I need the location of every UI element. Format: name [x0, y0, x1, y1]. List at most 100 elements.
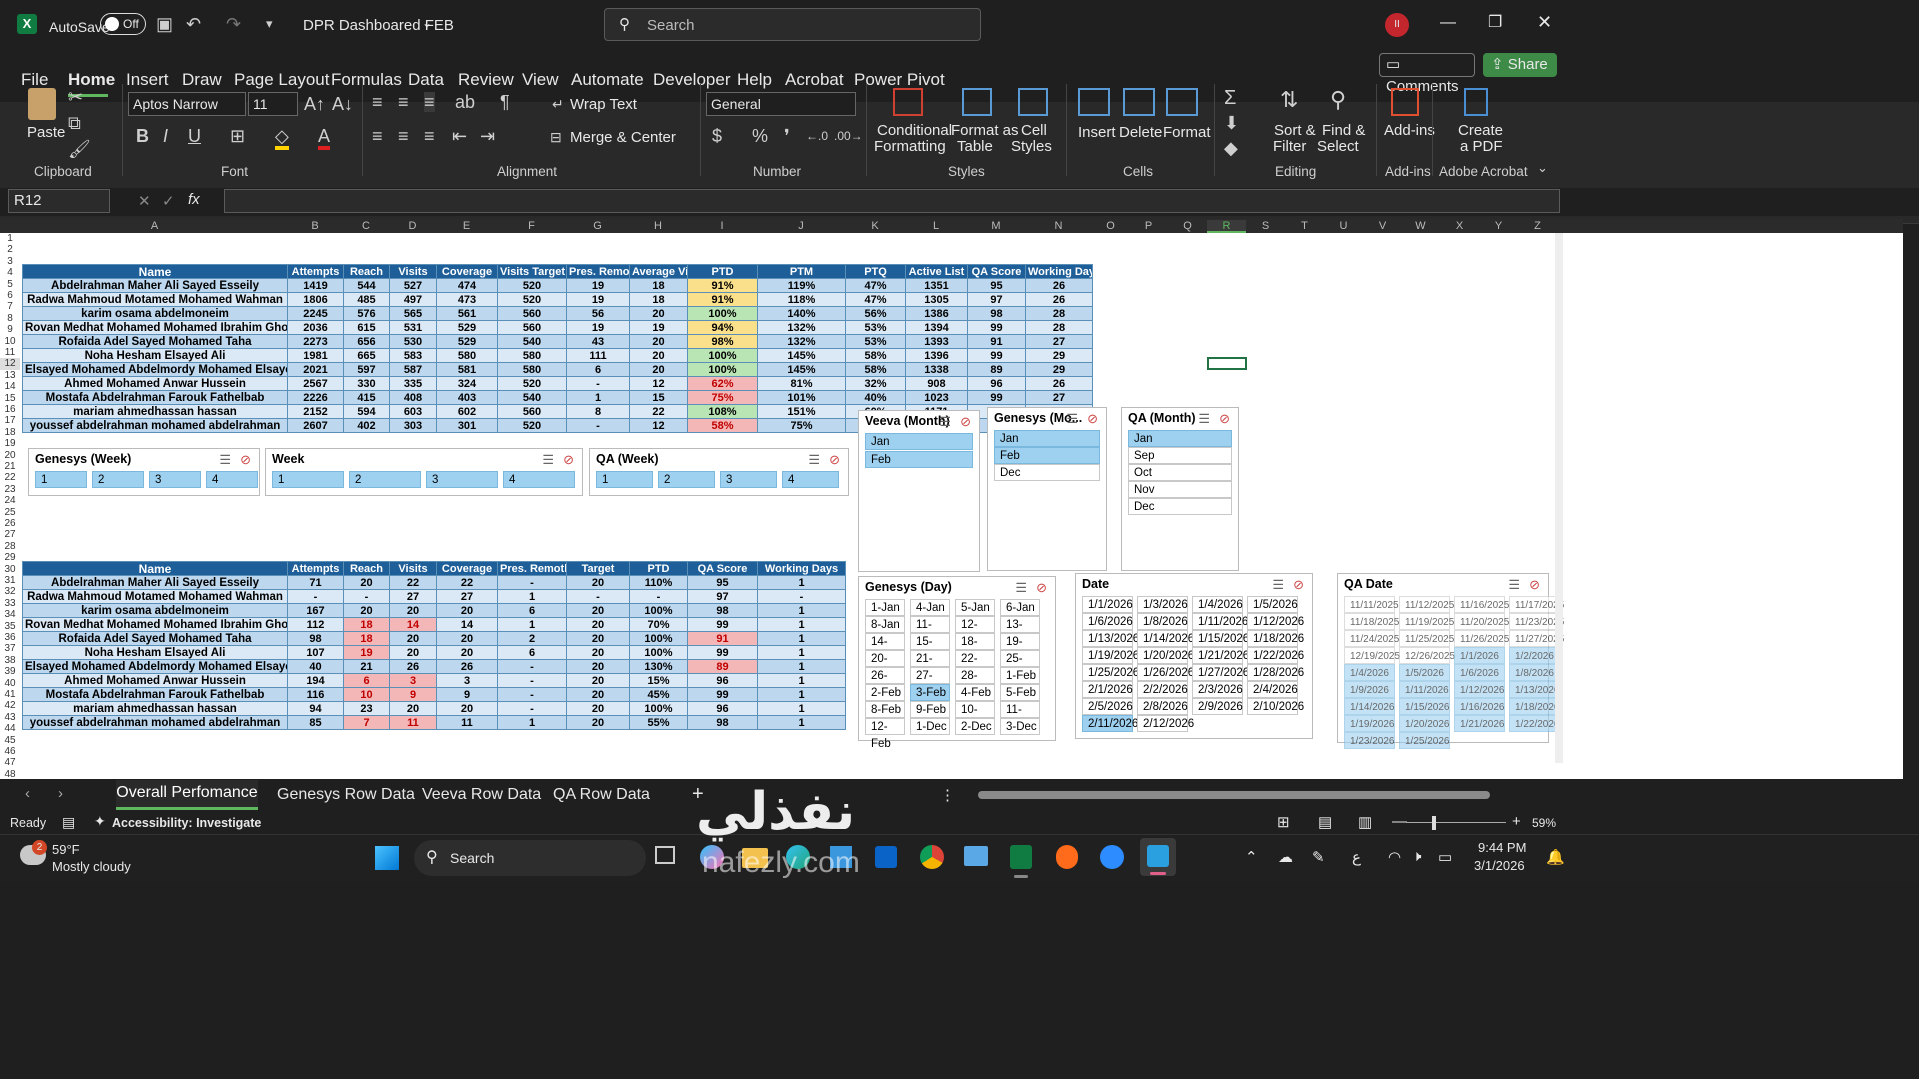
slicer-item[interactable]: 1/20/2026 — [1399, 715, 1450, 732]
table-cell[interactable]: 1 — [757, 715, 846, 730]
table-cell[interactable]: 22 — [389, 575, 437, 590]
name-box[interactable]: R12 — [8, 189, 110, 213]
slicer-item[interactable]: 13-Jan — [1000, 616, 1040, 648]
table-cell[interactable]: 97 — [967, 292, 1026, 307]
table-cell[interactable]: 119% — [757, 278, 846, 293]
table-cell[interactable]: 1 — [757, 701, 846, 716]
slicer-item[interactable]: 11/16/2025 — [1454, 596, 1509, 613]
row-header[interactable]: 39 — [0, 666, 20, 677]
table-cell[interactable]: - — [566, 589, 630, 604]
enter-icon[interactable]: ✓ — [162, 192, 175, 210]
slicer-item[interactable]: 1/9/2026 — [1344, 681, 1395, 698]
table-cell[interactable]: Abdelrahman Maher Ali Sayed Esseily — [22, 575, 288, 590]
table-cell[interactable]: 32% — [845, 376, 906, 391]
slicer-item[interactable]: 2/4/2026 — [1247, 681, 1298, 698]
menu-automate[interactable]: Automate — [571, 70, 644, 90]
table-cell[interactable]: 20 — [389, 631, 437, 646]
insert-function-icon[interactable]: fx — [188, 191, 200, 208]
table-cell[interactable]: - — [497, 575, 567, 590]
table-cell[interactable]: 2 — [497, 631, 567, 646]
row-header[interactable]: 47 — [0, 757, 20, 768]
table-cell[interactable]: 95 — [967, 278, 1026, 293]
table-cell[interactable]: 2226 — [287, 390, 344, 405]
header-cell[interactable]: Active List — [905, 264, 968, 279]
column-header-L[interactable]: L — [905, 220, 967, 232]
row-header[interactable]: 6 — [0, 290, 20, 301]
slicer-item[interactable]: Jan — [865, 433, 973, 450]
clear-filter-icon[interactable]: ⊘ — [1219, 411, 1230, 427]
slicer-item[interactable]: 11/12/2025 — [1399, 596, 1454, 613]
table-cell[interactable]: 1338 — [905, 362, 968, 377]
table-cell[interactable]: 576 — [343, 306, 390, 321]
table-cell[interactable]: 45% — [629, 687, 688, 702]
multi-select-icon[interactable]: ☰ — [808, 452, 820, 468]
header-cell[interactable]: PTD — [687, 264, 758, 279]
normal-view-icon[interactable]: ⊞ — [1277, 813, 1290, 831]
slicer-item[interactable]: Jan — [1128, 430, 1232, 447]
table-cell[interactable]: Mostafa Abdelrahman Farouk Fathelbab — [22, 687, 288, 702]
table-cell[interactable]: - — [757, 589, 846, 604]
header-cell[interactable]: Coverage — [436, 561, 498, 576]
slicer-item[interactable]: 1/8/2026 — [1509, 664, 1560, 681]
table-cell[interactable]: - — [287, 589, 344, 604]
multi-select-icon[interactable]: ☰ — [1272, 577, 1284, 593]
row-header[interactable]: 10 — [0, 336, 20, 347]
multi-select-icon[interactable]: ☰ — [1015, 580, 1027, 596]
accessibility-icon[interactable]: ✦ — [94, 813, 106, 830]
table-cell[interactable]: Elsayed Mohamed Abdelmordy Mohamed Elsay… — [22, 362, 288, 377]
menu-view[interactable]: View — [522, 70, 559, 90]
slicer-item[interactable]: 11/24/2025 — [1344, 630, 1399, 647]
slicer-item[interactable]: 1-Dec — [910, 718, 950, 735]
slicer-item[interactable]: 1/21/2026 — [1454, 715, 1505, 732]
slicer-item[interactable]: 1/13/2026 — [1509, 681, 1560, 698]
pen-icon[interactable]: ✎ — [1312, 848, 1325, 866]
table-cell[interactable]: - — [566, 376, 630, 391]
row-header[interactable]: 23 — [0, 484, 20, 495]
table-cell[interactable]: 520 — [497, 278, 567, 293]
table-cell[interactable]: 96 — [687, 673, 758, 688]
table-cell[interactable]: 194 — [287, 673, 344, 688]
increase-font-icon[interactable]: A↑ — [304, 94, 325, 114]
slicer-item[interactable]: 11/17/2025 — [1509, 596, 1564, 613]
menu-formulas[interactable]: Formulas — [331, 70, 402, 90]
table-cell[interactable]: 1 — [757, 687, 846, 702]
table-cell[interactable]: - — [566, 418, 630, 433]
table-cell[interactable]: 594 — [343, 404, 390, 419]
slicer-item[interactable]: 12-Jan — [955, 616, 995, 648]
language-indicator[interactable]: ع — [1352, 848, 1361, 866]
table-cell[interactable]: 530 — [389, 334, 437, 349]
table-cell[interactable]: 20 — [566, 631, 630, 646]
slicer-item[interactable]: 1/1/2026 — [1082, 596, 1133, 613]
table-cell[interactable]: 1305 — [905, 292, 968, 307]
row-header[interactable]: 44 — [0, 723, 20, 734]
table-cell[interactable]: 18 — [629, 278, 688, 293]
table-cell[interactable]: 581 — [436, 362, 498, 377]
table-cell[interactable]: 544 — [343, 278, 390, 293]
table-cell[interactable]: 20 — [566, 617, 630, 632]
menu-developer[interactable]: Developer — [653, 70, 731, 90]
bold-icon[interactable]: B — [136, 126, 149, 146]
menu-review[interactable]: Review — [458, 70, 514, 90]
row-header[interactable]: 27 — [0, 529, 20, 540]
table-cell[interactable]: 615 — [343, 320, 390, 335]
table-cell[interactable]: 26 — [1025, 292, 1093, 307]
row-header[interactable]: 38 — [0, 655, 20, 666]
slicer-item[interactable]: 2-Feb — [865, 684, 905, 701]
table-cell[interactable]: youssef abdelrahman mohamed abdelrahman — [22, 715, 288, 730]
zoom-out-icon[interactable]: — — [1392, 813, 1407, 830]
slicer-item[interactable]: 1/2/2026 — [1509, 647, 1560, 664]
row-header[interactable]: 13 — [0, 370, 20, 381]
column-header-J[interactable]: J — [757, 220, 845, 232]
table-cell[interactable]: 100% — [629, 603, 688, 618]
decrease-indent-icon[interactable]: ⇤ — [452, 126, 467, 146]
row-header[interactable]: 32 — [0, 586, 20, 597]
table-cell[interactable]: Rofaida Adel Sayed Mohamed Taha — [22, 334, 288, 349]
table-cell[interactable]: 20 — [343, 575, 390, 590]
clock-date[interactable]: 3/1/2026 — [1474, 858, 1525, 873]
row-header[interactable]: 22 — [0, 472, 20, 483]
slicer-item[interactable]: 27-Jan — [910, 667, 950, 699]
table-cell[interactable]: 20 — [566, 575, 630, 590]
underline-icon[interactable]: U — [188, 126, 201, 146]
table-cell[interactable]: Mostafa Abdelrahman Farouk Fathelbab — [22, 390, 288, 405]
slicer-item[interactable]: 2/10/2026 — [1247, 698, 1304, 715]
